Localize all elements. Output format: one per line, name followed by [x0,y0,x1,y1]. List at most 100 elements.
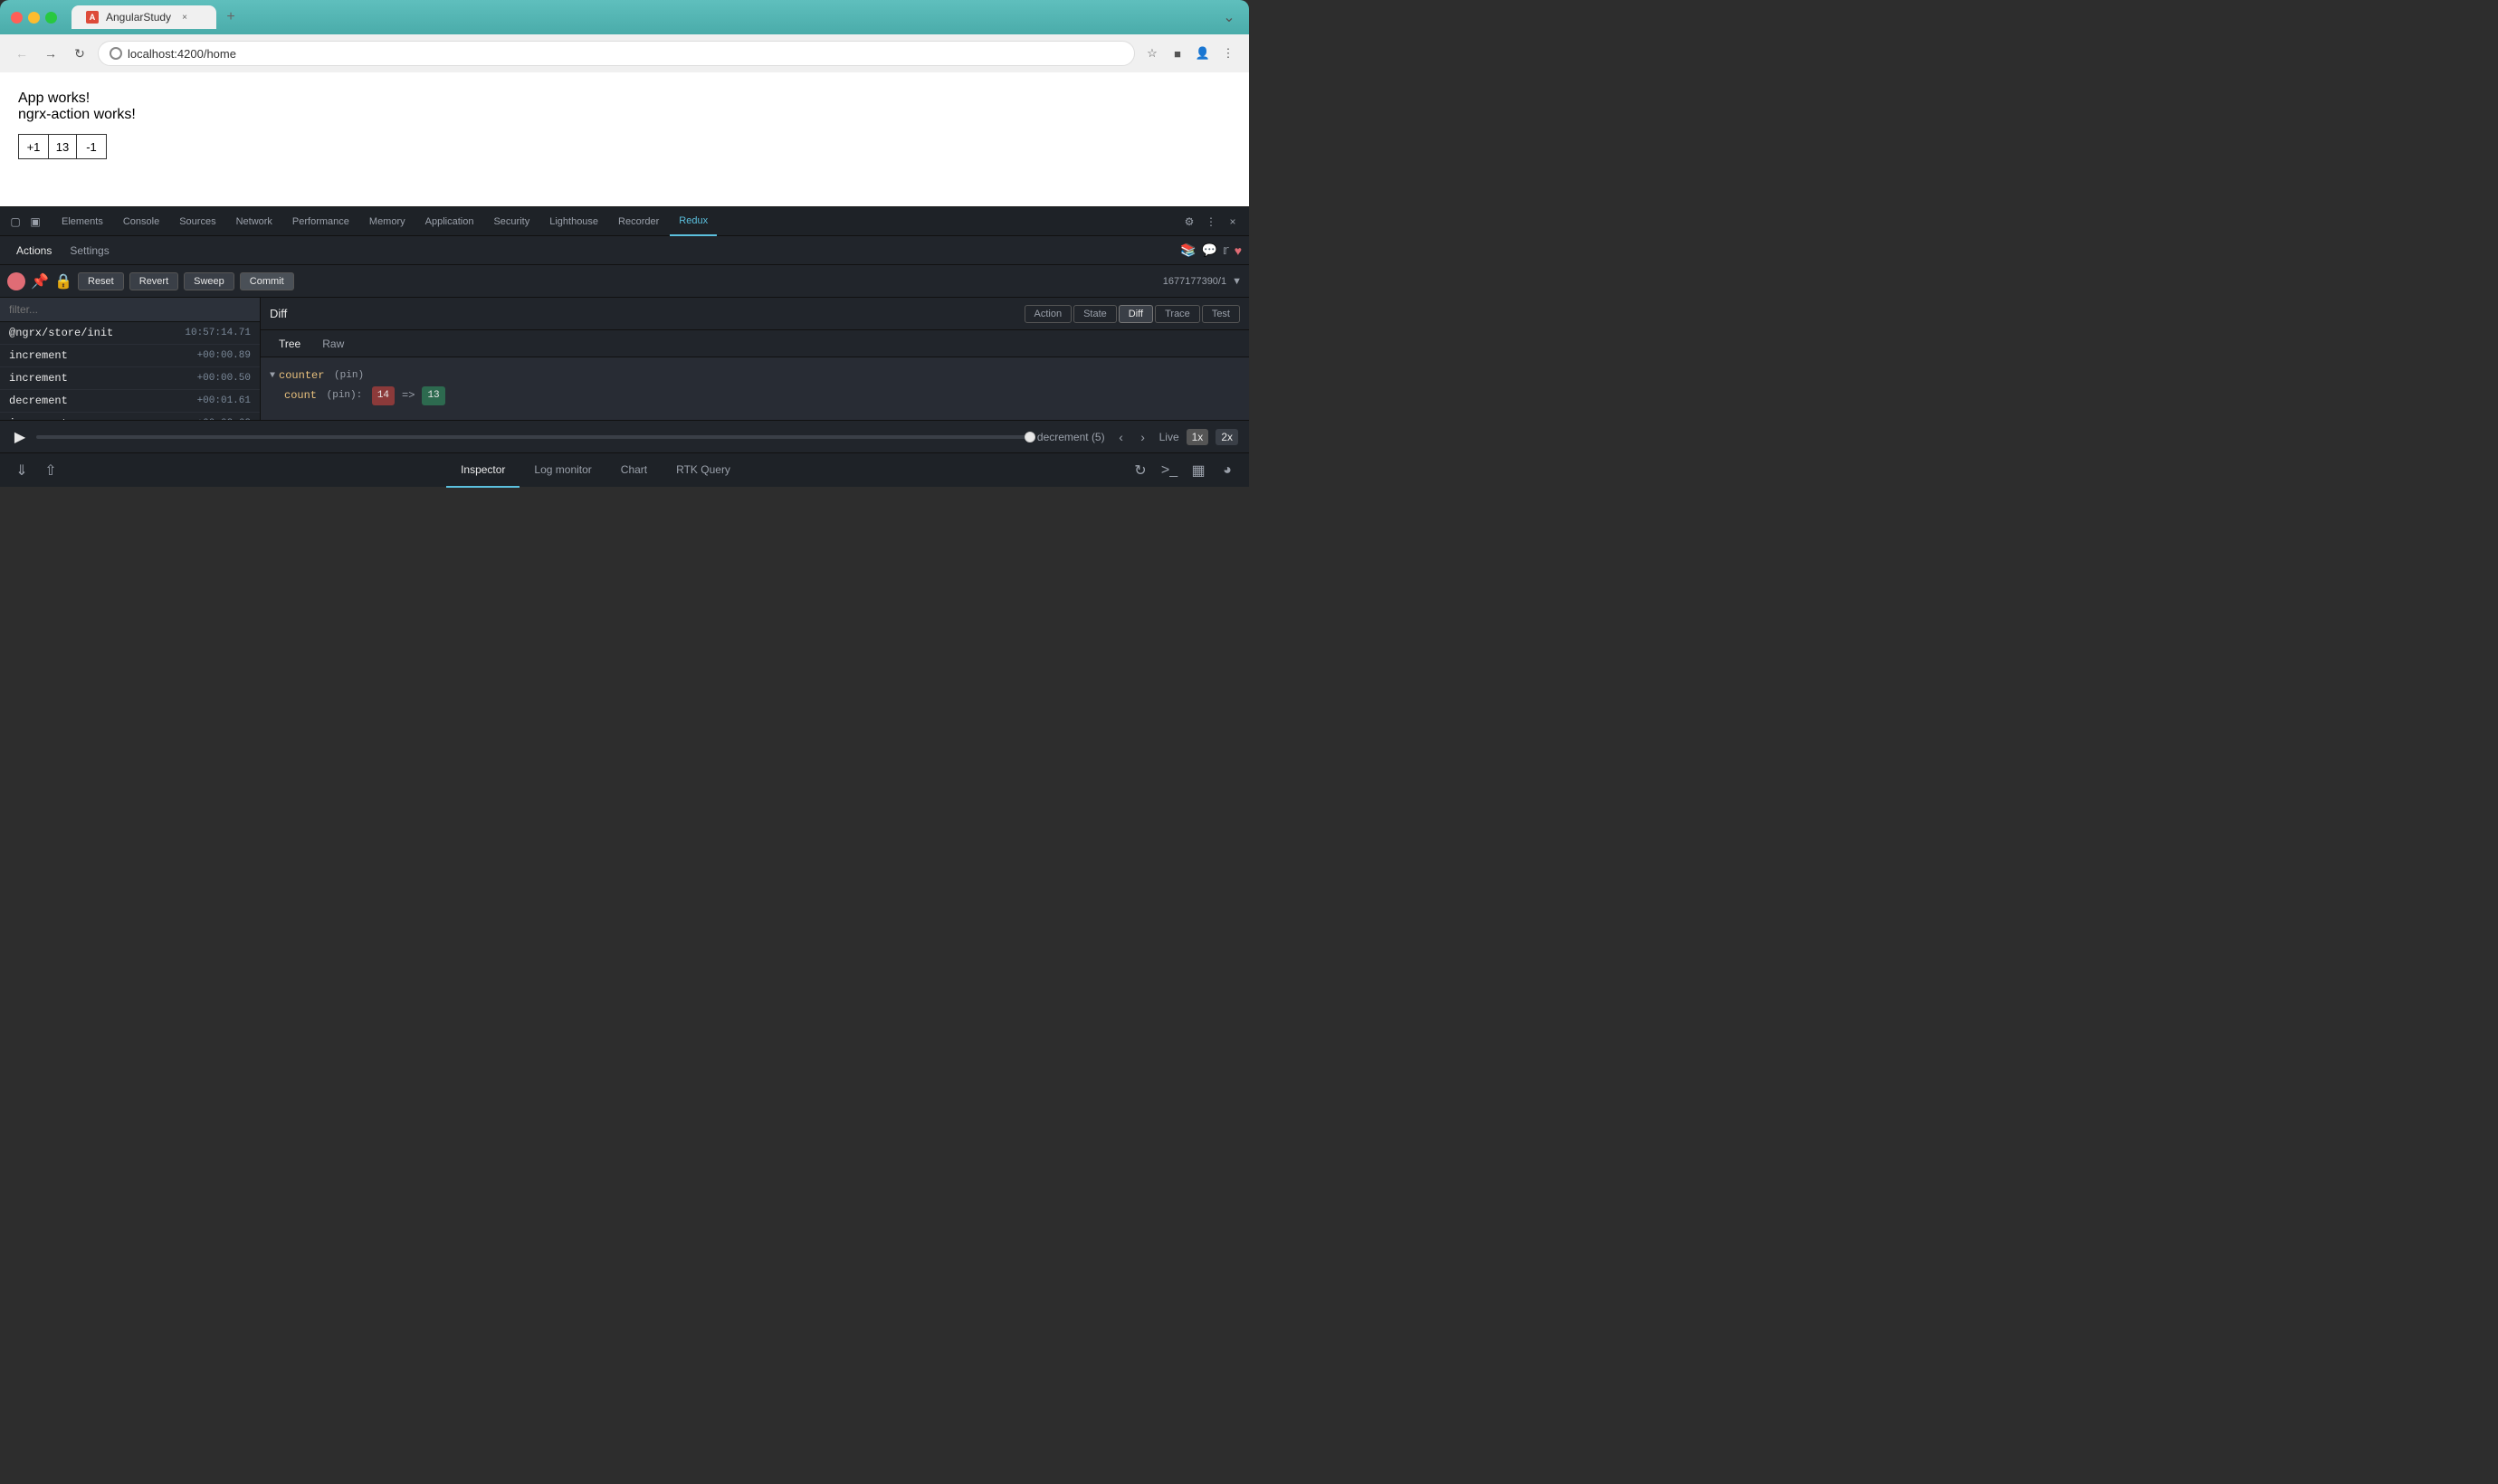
tab-performance[interactable]: Performance [283,207,358,236]
tab-rtk-query[interactable]: RTK Query [662,453,745,488]
menu-icon[interactable]: ⋮ [1218,43,1238,63]
device-icon[interactable]: ▣ [27,214,43,230]
address-bar[interactable]: localhost:4200/home [98,41,1135,66]
diff-btn[interactable]: Diff [1119,305,1153,323]
record-button[interactable] [7,272,25,290]
nav-actions: ☆ ■ 👤 ⋮ [1142,43,1238,63]
minimize-traffic-light[interactable] [28,12,40,24]
devtools-toolbar: 📌 🔒 Reset Revert Sweep Commit 1677177390… [0,265,1249,298]
forward-button[interactable]: → [40,43,62,64]
timeline-bar: ▶ decrement (5) ‹ › Live 1x 2x [0,420,1249,452]
decrement-button[interactable]: -1 [76,134,107,159]
timeline-live-label: Live [1159,431,1179,443]
tab-sources[interactable]: Sources [170,207,224,236]
inspect-icon[interactable]: ▢ [7,214,24,230]
maximize-traffic-light[interactable] [45,12,57,24]
raw-subtab[interactable]: Raw [313,330,353,357]
toolbar-expand-icon[interactable]: ▼ [1232,276,1242,287]
timeline-track[interactable] [36,435,1030,439]
tab-memory[interactable]: Memory [360,207,415,236]
refresh-state-icon[interactable]: ↻ [1130,460,1151,481]
devtools: ▢ ▣ Elements Console Sources Network Per… [0,206,1249,487]
inspector-subtabs: Tree Raw [261,330,1249,357]
test-btn[interactable]: Test [1202,305,1240,323]
inspector-buttons: Action State Diff Trace Test [1025,305,1240,323]
next-button[interactable]: › [1134,428,1152,446]
settings-icon[interactable]: ⚙ [1180,213,1198,231]
inspector-panel: Diff Action State Diff Trace Test Tree R… [261,298,1249,420]
refresh-button[interactable]: ↻ [69,43,91,64]
subtab-settings[interactable]: Settings [61,236,118,265]
trace-btn[interactable]: Trace [1155,305,1200,323]
tab-application[interactable]: Application [416,207,483,236]
state-btn[interactable]: State [1073,305,1117,323]
tab-title: AngularStudy [106,11,171,24]
grid-icon[interactable]: ▦ [1187,460,1209,481]
tab-security[interactable]: Security [484,207,539,236]
bottom-bar: ⇓ ⇧ Inspector Log monitor Chart RTK Quer… [0,452,1249,487]
twitter-icon[interactable]: 𝕣 [1223,243,1229,258]
lock-icon[interactable]: 🔒 [54,272,72,290]
browser-tab[interactable]: A AngularStudy × [72,5,216,29]
browser-window: A AngularStudy × + ⌄ ← → ↻ localhost:420… [0,0,1249,742]
tab-inspector[interactable]: Inspector [446,453,520,488]
increment-button[interactable]: +1 [18,134,49,159]
action-item-1[interactable]: increment +00:00.89 [0,345,260,367]
tab-bar: A AngularStudy × + [72,5,242,29]
book-icon[interactable]: 📚 [1180,243,1196,258]
app-works-text: App works! [18,90,1231,107]
action-item-2[interactable]: increment +00:00.50 [0,367,260,390]
download-icon[interactable]: ⇓ [11,460,33,481]
tab-recorder[interactable]: Recorder [609,207,668,236]
traffic-lights [11,12,57,24]
action-item-4[interactable]: increment +00:02.62 [0,413,260,420]
tab-expand-icon[interactable]: ⌄ [1220,8,1238,26]
devtools-tab-bar: ▢ ▣ Elements Console Sources Network Per… [0,207,1249,236]
pin-icon[interactable]: 📌 [31,272,49,290]
bookmark-icon[interactable]: ☆ [1142,43,1162,63]
heart-icon[interactable]: ♥ [1235,243,1242,258]
more-icon[interactable]: ⋮ [1202,213,1220,231]
tree-subtab[interactable]: Tree [270,330,310,357]
tab-elements[interactable]: Elements [52,207,112,236]
tab-close-button[interactable]: × [178,11,191,24]
terminal-icon[interactable]: >_ [1158,460,1180,481]
nav-bar: ← → ↻ localhost:4200/home ☆ ■ 👤 ⋮ [0,34,1249,72]
new-tab-button[interactable]: + [220,6,242,28]
action-item-3[interactable]: decrement +00:01.61 [0,390,260,413]
action-name-3: decrement [9,395,68,407]
speed-1x-button[interactable]: 1x [1187,429,1209,445]
bottom-tabs: Inspector Log monitor Chart RTK Query [62,453,1130,488]
upload-icon[interactable]: ⇧ [40,460,62,481]
subtab-actions[interactable]: Actions [7,236,61,265]
action-btn[interactable]: Action [1025,305,1073,323]
tree-arrow-icon[interactable]: ▼ [270,368,275,385]
profile-icon[interactable]: 👤 [1193,43,1213,63]
tab-redux[interactable]: Redux [670,207,717,236]
tab-lighthouse[interactable]: Lighthouse [540,207,607,236]
back-button[interactable]: ← [11,43,33,64]
tab-console[interactable]: Console [114,207,168,236]
filter-input[interactable] [0,298,260,322]
commit-button[interactable]: Commit [240,272,294,290]
chat-icon[interactable]: 💬 [1201,243,1216,258]
broadcast-icon[interactable]: ◕ [1216,460,1238,481]
play-button[interactable]: ▶ [11,428,29,446]
speed-2x-button[interactable]: 2x [1216,429,1238,445]
inspector-content: ▼ counter (pin) count (pin): 14 => 13 [261,357,1249,420]
action-time-3: +00:01.61 [197,395,251,406]
tab-log-monitor[interactable]: Log monitor [520,453,605,488]
extensions-icon[interactable]: ■ [1168,43,1187,63]
prev-button[interactable]: ‹ [1112,428,1130,446]
close-traffic-light[interactable] [11,12,23,24]
tab-network[interactable]: Network [227,207,281,236]
tab-chart[interactable]: Chart [606,453,662,488]
action-item-0[interactable]: @ngrx/store/init 10:57:14.71 [0,322,260,345]
sweep-button[interactable]: Sweep [184,272,234,290]
actions-panel: @ngrx/store/init 10:57:14.71 increment +… [0,298,261,420]
reset-button[interactable]: Reset [78,272,124,290]
devtools-close-icon[interactable]: × [1224,213,1242,231]
url-text: localhost:4200/home [128,47,1123,61]
page-content: App works! ngrx-action works! +1 13 -1 [0,72,1249,206]
revert-button[interactable]: Revert [129,272,178,290]
